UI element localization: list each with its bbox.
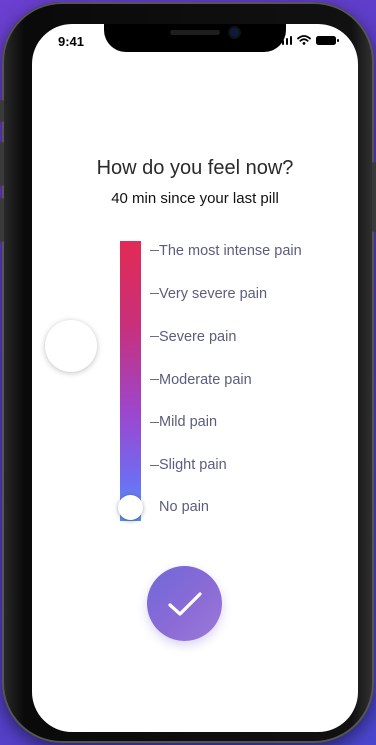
scale-tick xyxy=(150,379,159,380)
status-icons xyxy=(277,35,339,45)
floating-drag-handle[interactable] xyxy=(45,320,97,372)
speaker-grille xyxy=(170,30,220,35)
pain-level-mild[interactable]: Mild pain xyxy=(159,414,217,430)
scale-tick xyxy=(150,336,159,337)
scale-tick xyxy=(150,250,159,251)
cellular-signal-icon xyxy=(277,35,292,45)
power-button xyxy=(372,162,376,232)
phone-frame: 9:41 How do you feel now? 40 min since y… xyxy=(0,2,376,743)
scale-tick xyxy=(150,293,159,294)
page-title: How do you feel now? xyxy=(96,157,294,179)
scale-tick xyxy=(150,465,159,466)
pain-scale-thumb[interactable] xyxy=(118,495,143,520)
status-time: 9:41 xyxy=(58,34,85,49)
wifi-icon xyxy=(297,35,311,45)
battery-icon xyxy=(316,35,339,45)
pain-scale-slider[interactable] xyxy=(120,241,141,521)
pain-level-none[interactable]: No pain xyxy=(159,499,209,515)
time-since-last-pill: 40 min since your last pill xyxy=(111,190,279,207)
volume-down-button xyxy=(0,198,4,242)
notch xyxy=(104,24,286,52)
pain-level-very-severe[interactable]: Very severe pain xyxy=(159,286,267,302)
front-camera xyxy=(230,28,239,37)
pain-level-moderate[interactable]: Moderate pain xyxy=(159,372,252,388)
scale-tick xyxy=(150,422,159,423)
pain-level-severe[interactable]: Severe pain xyxy=(159,329,236,345)
pain-level-most-intense[interactable]: The most intense pain xyxy=(159,243,302,259)
silent-switch xyxy=(0,100,4,122)
app-screen: 9:41 How do you feel now? 40 min since y… xyxy=(32,24,358,732)
volume-up-button xyxy=(0,142,4,186)
confirm-button[interactable] xyxy=(147,566,222,641)
pain-level-slight[interactable]: Slight pain xyxy=(159,457,227,473)
checkmark-icon xyxy=(167,591,202,616)
